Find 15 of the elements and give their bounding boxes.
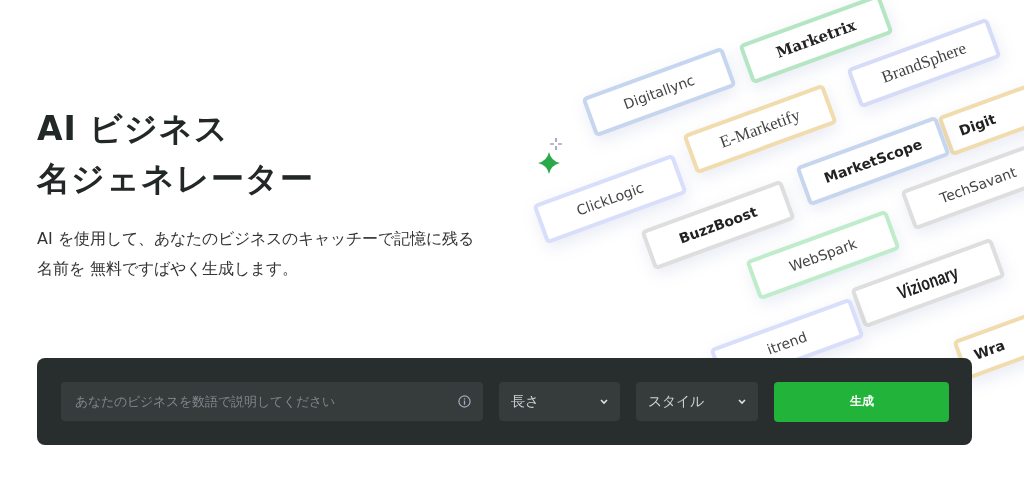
- business-name: Vizionary: [894, 261, 962, 305]
- sparkle-icon: [538, 152, 560, 174]
- description-input[interactable]: あなたのビジネスを数語で説明してください: [73, 393, 450, 410]
- business-name: Wra: [971, 336, 1007, 363]
- page-title: AI ビジネス 名ジェネレーター: [37, 108, 315, 200]
- dropdown[interactable]: スタイル: [636, 382, 758, 421]
- input-field[interactable]: あなたのビジネスを数語で説明してください: [61, 382, 483, 421]
- sparkle-icon: [550, 138, 562, 150]
- chevron-down-icon: [600, 398, 608, 405]
- info-icon: [458, 395, 471, 408]
- description: AI を使用して、あなたのビジネスのキャッチーで記憶に残る名前を 無料ですばやく生成します。: [37, 228, 475, 280]
- business-name: Digit: [956, 110, 998, 139]
- chevron-down-icon: [738, 398, 746, 405]
- business-name: itrend: [764, 328, 810, 358]
- dropdown[interactable]: 長さ: [499, 382, 620, 421]
